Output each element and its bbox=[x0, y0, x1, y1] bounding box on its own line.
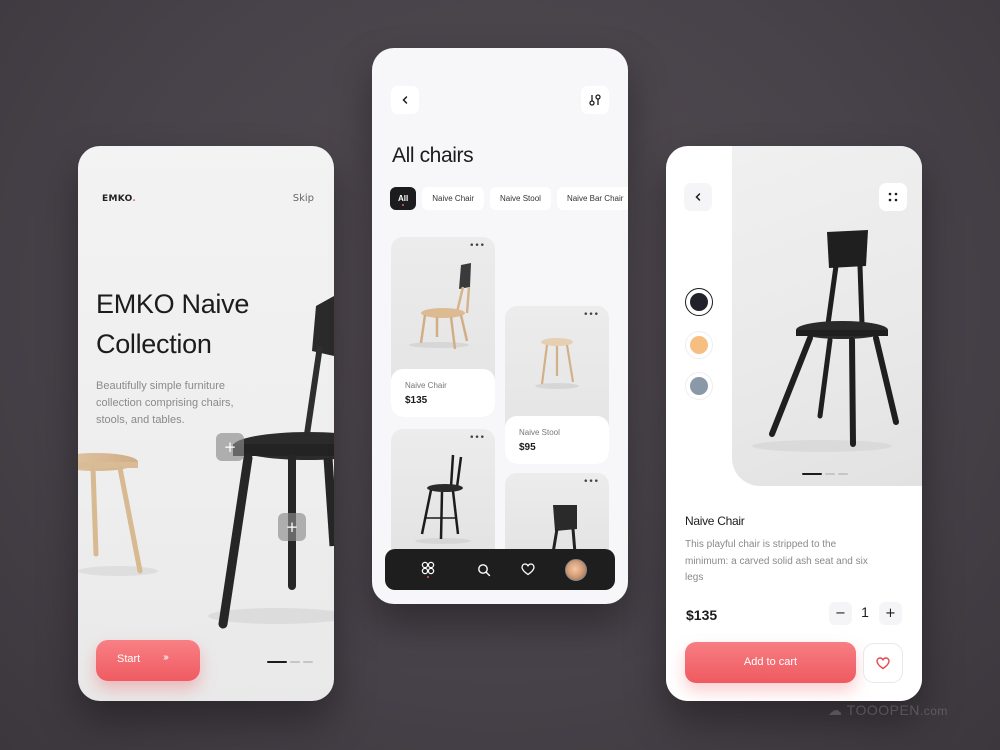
product-image bbox=[535, 338, 579, 389]
grid-icon bbox=[421, 561, 435, 578]
page-dot-active bbox=[267, 661, 287, 663]
tab-naive-stool[interactable]: Naive Stool bbox=[490, 187, 551, 210]
product-info: Naive Stool $95 bbox=[505, 416, 609, 464]
more-options-icon[interactable]: ••• bbox=[469, 433, 485, 443]
page-dot bbox=[825, 473, 835, 475]
tab-all[interactable]: All bbox=[390, 187, 417, 210]
product-name: Naive Chair bbox=[685, 514, 745, 528]
product-info: Naive Chair $135 bbox=[391, 369, 495, 417]
dots-grid-icon bbox=[888, 192, 898, 202]
plus-icon: + bbox=[285, 518, 299, 536]
nav-item-search[interactable] bbox=[469, 549, 499, 590]
quantity-increase-button[interactable]: + bbox=[879, 602, 902, 625]
quantity-decrease-button[interactable]: − bbox=[829, 602, 852, 625]
title-line-2: Collection bbox=[96, 329, 212, 359]
quantity-value: 1 bbox=[861, 604, 869, 620]
tab-naive-bar-chair[interactable]: Naive Bar Chair bbox=[556, 187, 628, 210]
swatch-fill bbox=[690, 336, 708, 354]
color-swatch-peach[interactable] bbox=[685, 331, 713, 359]
color-swatch-black[interactable] bbox=[685, 288, 713, 316]
watermark-suffix: .com bbox=[919, 704, 948, 718]
cloud-icon: ☁ bbox=[828, 702, 847, 718]
hotspot-plus-button[interactable]: + bbox=[278, 513, 306, 541]
plus-icon: + bbox=[223, 438, 237, 456]
product-card[interactable]: ••• Naive Stool $95 bbox=[505, 306, 609, 464]
product-price: $135 bbox=[686, 607, 718, 623]
title-line-1: EMKO Naive bbox=[96, 289, 250, 319]
swatch-fill bbox=[690, 377, 708, 395]
filter-button[interactable] bbox=[581, 86, 609, 114]
page-dot bbox=[290, 661, 300, 663]
product-name: Naive Stool bbox=[519, 428, 560, 437]
onboarding-title: EMKO Naive Collection bbox=[96, 284, 249, 364]
product-image bbox=[409, 263, 471, 350]
chevron-left-icon bbox=[695, 193, 701, 201]
product-description: This playful chair is stripped to the mi… bbox=[685, 539, 868, 583]
page-dot-active bbox=[802, 473, 822, 475]
product-price: $95 bbox=[519, 442, 536, 453]
more-options-icon[interactable]: ••• bbox=[469, 241, 485, 251]
product-name: Naive Chair bbox=[405, 381, 447, 390]
product-image bbox=[415, 454, 471, 544]
color-swatch-slate[interactable] bbox=[685, 372, 713, 400]
search-icon bbox=[478, 563, 491, 576]
product-card[interactable]: ••• Naive Chair $135 bbox=[391, 237, 495, 417]
add-to-cart-button[interactable]: Add to cart bbox=[685, 642, 856, 683]
bottom-navigation bbox=[385, 549, 615, 590]
hotspot-plus-button[interactable]: + bbox=[216, 433, 244, 461]
avatar bbox=[565, 558, 587, 581]
image-page-indicator bbox=[802, 473, 848, 475]
heart-icon bbox=[876, 656, 890, 669]
swatch-fill bbox=[690, 293, 708, 311]
page-indicator bbox=[267, 661, 313, 663]
page-dot bbox=[838, 473, 848, 475]
watermark-brand: TOOOPEN bbox=[846, 702, 920, 718]
filter-sliders-icon bbox=[589, 94, 601, 106]
page-title: All chairs bbox=[392, 144, 474, 167]
skip-link[interactable]: Skip bbox=[293, 193, 314, 204]
page-dot bbox=[303, 661, 313, 663]
logo-dot: . bbox=[132, 194, 137, 204]
category-tabs: All Naive Chair Naive Stool Naive Bar Ch… bbox=[390, 187, 628, 210]
heart-icon bbox=[521, 563, 535, 576]
back-button[interactable] bbox=[684, 183, 712, 211]
start-label: Start bbox=[117, 653, 141, 665]
chevron-left-icon bbox=[402, 96, 408, 104]
brand-logo: EMKO. bbox=[102, 194, 136, 204]
nav-item-home[interactable] bbox=[413, 549, 443, 590]
chevrons-right-icon: ››› bbox=[163, 652, 169, 663]
favorite-button[interactable] bbox=[863, 643, 903, 683]
expand-button[interactable] bbox=[879, 183, 907, 211]
back-button[interactable] bbox=[391, 86, 419, 114]
catalog-screen: All chairs All Naive Chair Naive Stool N… bbox=[372, 48, 628, 604]
onboarding-screen: EMKO. Skip EMKO Naive Collection Beautif… bbox=[78, 146, 334, 701]
tab-naive-chair[interactable]: Naive Chair bbox=[422, 187, 485, 210]
product-price: $135 bbox=[405, 395, 428, 406]
onboarding-description: Beautifully simple furniture collection … bbox=[96, 380, 234, 426]
nav-item-profile[interactable] bbox=[561, 549, 591, 590]
nav-item-favorites[interactable] bbox=[513, 549, 543, 590]
product-detail-screen: Naive Chair This playful chair is stripp… bbox=[666, 146, 922, 701]
watermark: ☁ TOOOPEN.com bbox=[828, 702, 948, 719]
start-button[interactable]: Start ››› bbox=[96, 640, 200, 681]
more-options-icon[interactable]: ••• bbox=[583, 477, 599, 487]
more-options-icon[interactable]: ••• bbox=[583, 310, 599, 320]
product-card[interactable]: ••• bbox=[391, 429, 495, 559]
logo-text: EMKO bbox=[102, 194, 133, 204]
